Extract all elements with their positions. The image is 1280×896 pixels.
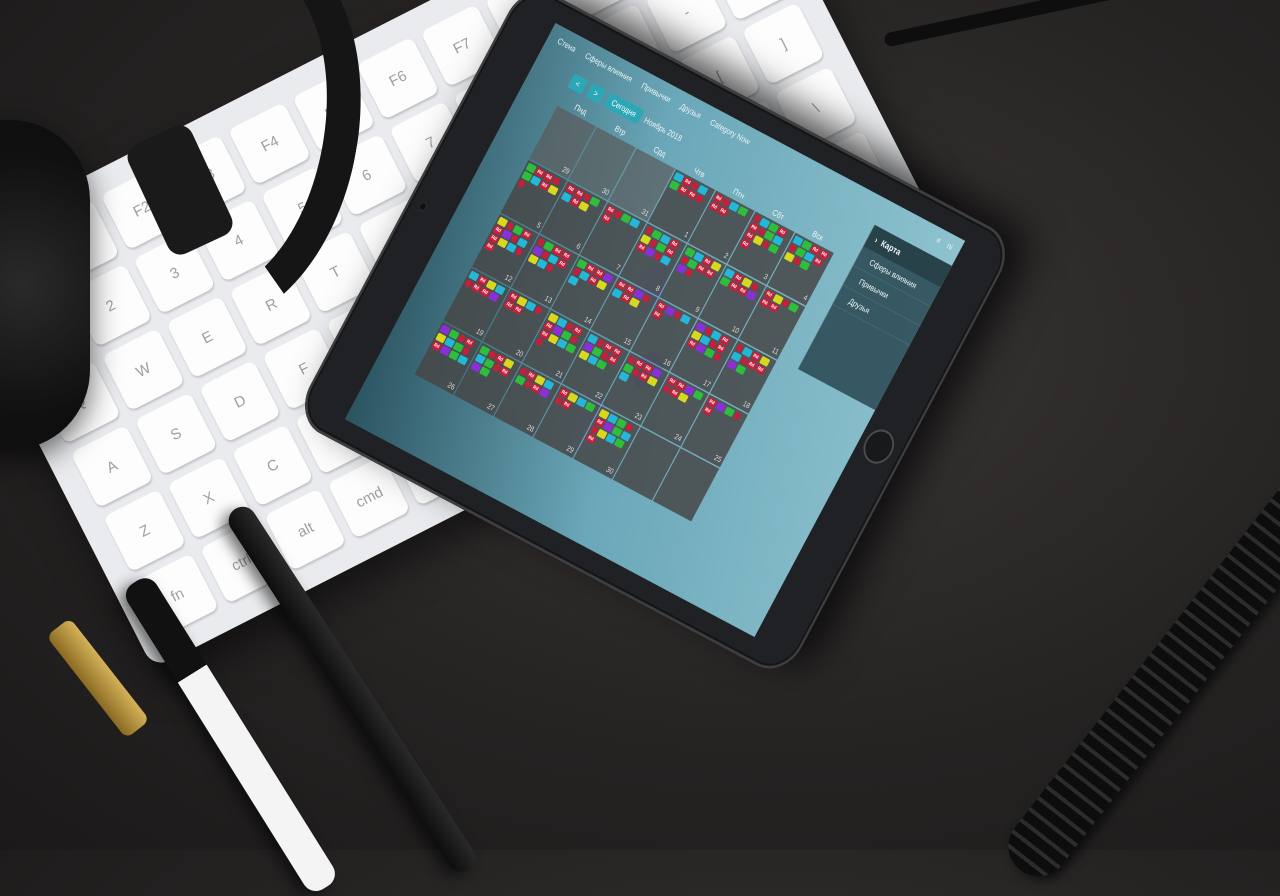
habit-status-dot[interactable]: [514, 246, 524, 257]
day-number: 1: [682, 230, 690, 240]
day-number: 7: [614, 263, 622, 273]
habit-status-dot[interactable]: [694, 193, 705, 204]
day-number: 10: [730, 324, 741, 336]
habit-status-dot[interactable]: [641, 293, 652, 304]
day-number: 25: [712, 453, 723, 465]
habit-tag[interactable]: [745, 290, 757, 302]
day-number: 27: [485, 402, 496, 413]
day-number: 18: [741, 399, 752, 411]
day-number: 11: [770, 345, 781, 357]
day-number: 26: [445, 381, 457, 392]
day-number: 24: [672, 432, 684, 444]
chevron-right-icon: ›: [873, 234, 881, 245]
habit-tag[interactable]: Rd: [585, 433, 597, 445]
habit-tag[interactable]: [734, 363, 747, 375]
nav-item-habits[interactable]: Привычки: [640, 81, 673, 105]
nav-item-category[interactable]: Category Now: [708, 117, 752, 146]
habit-tag[interactable]: [567, 274, 579, 286]
day-number: 9: [693, 305, 701, 315]
day-number: 4: [801, 293, 809, 303]
habit-status-dot[interactable]: [712, 352, 722, 363]
day-number: 19: [474, 327, 485, 338]
habit-tag[interactable]: [547, 184, 559, 196]
day-number: 28: [525, 423, 536, 435]
habit-tag[interactable]: [692, 389, 704, 401]
day-number: 31: [639, 207, 651, 219]
day-number: 3: [762, 272, 770, 282]
day-number: 21: [553, 369, 565, 381]
nav-item-wall[interactable]: Стена: [556, 36, 578, 54]
day-number: 12: [503, 273, 514, 285]
nav-item-spheres[interactable]: Сферы влияния: [583, 51, 634, 84]
sidebar-title: Карта: [879, 237, 904, 258]
habit-tag[interactable]: [736, 205, 749, 217]
habit-tag[interactable]: [679, 313, 691, 325]
day-number: 30: [604, 465, 615, 477]
day-number: 29: [560, 165, 571, 177]
habit-tag[interactable]: [578, 201, 590, 213]
day-number: 2: [722, 251, 730, 261]
habit-tag[interactable]: [595, 359, 608, 371]
habit-status-dot[interactable]: [533, 305, 544, 316]
next-month-button[interactable]: >: [585, 82, 607, 105]
day-number: 22: [593, 390, 604, 402]
day-number: 29: [564, 444, 576, 456]
day-number: 13: [542, 294, 554, 306]
nav-item-friends[interactable]: Друзья: [678, 101, 703, 120]
day-number: 5: [535, 220, 543, 231]
day-number: 20: [514, 348, 525, 360]
day-number: 16: [661, 357, 673, 369]
day-number: 15: [622, 336, 633, 348]
day-number: 14: [582, 315, 593, 327]
prev-month-button[interactable]: <: [567, 73, 589, 95]
front-camera: [418, 202, 428, 212]
day-number: 17: [701, 378, 712, 390]
habit-status-dot[interactable]: [516, 178, 527, 189]
tablet-screen: Стена Сферы влияния Привычки Друзья Cate…: [344, 22, 966, 638]
habit-status-dot[interactable]: [545, 263, 555, 274]
habit-tag[interactable]: [564, 342, 577, 354]
habit-tag[interactable]: [456, 354, 469, 366]
day-number: 6: [574, 242, 582, 252]
habit-tag[interactable]: [787, 301, 799, 313]
habit-tag[interactable]: [628, 217, 641, 229]
day-number: 23: [633, 411, 644, 423]
app: Стена Сферы влияния Привычки Друзья Cate…: [345, 23, 965, 637]
day-number: 30: [600, 186, 611, 198]
tablet: Стена Сферы влияния Привычки Друзья Cate…: [292, 0, 1018, 681]
habit-tag[interactable]: Rd: [717, 205, 729, 217]
habit-status-dot[interactable]: [534, 337, 544, 347]
habit-tag[interactable]: [584, 401, 596, 413]
day-number: 8: [654, 284, 662, 294]
habit-tag[interactable]: [589, 196, 601, 208]
